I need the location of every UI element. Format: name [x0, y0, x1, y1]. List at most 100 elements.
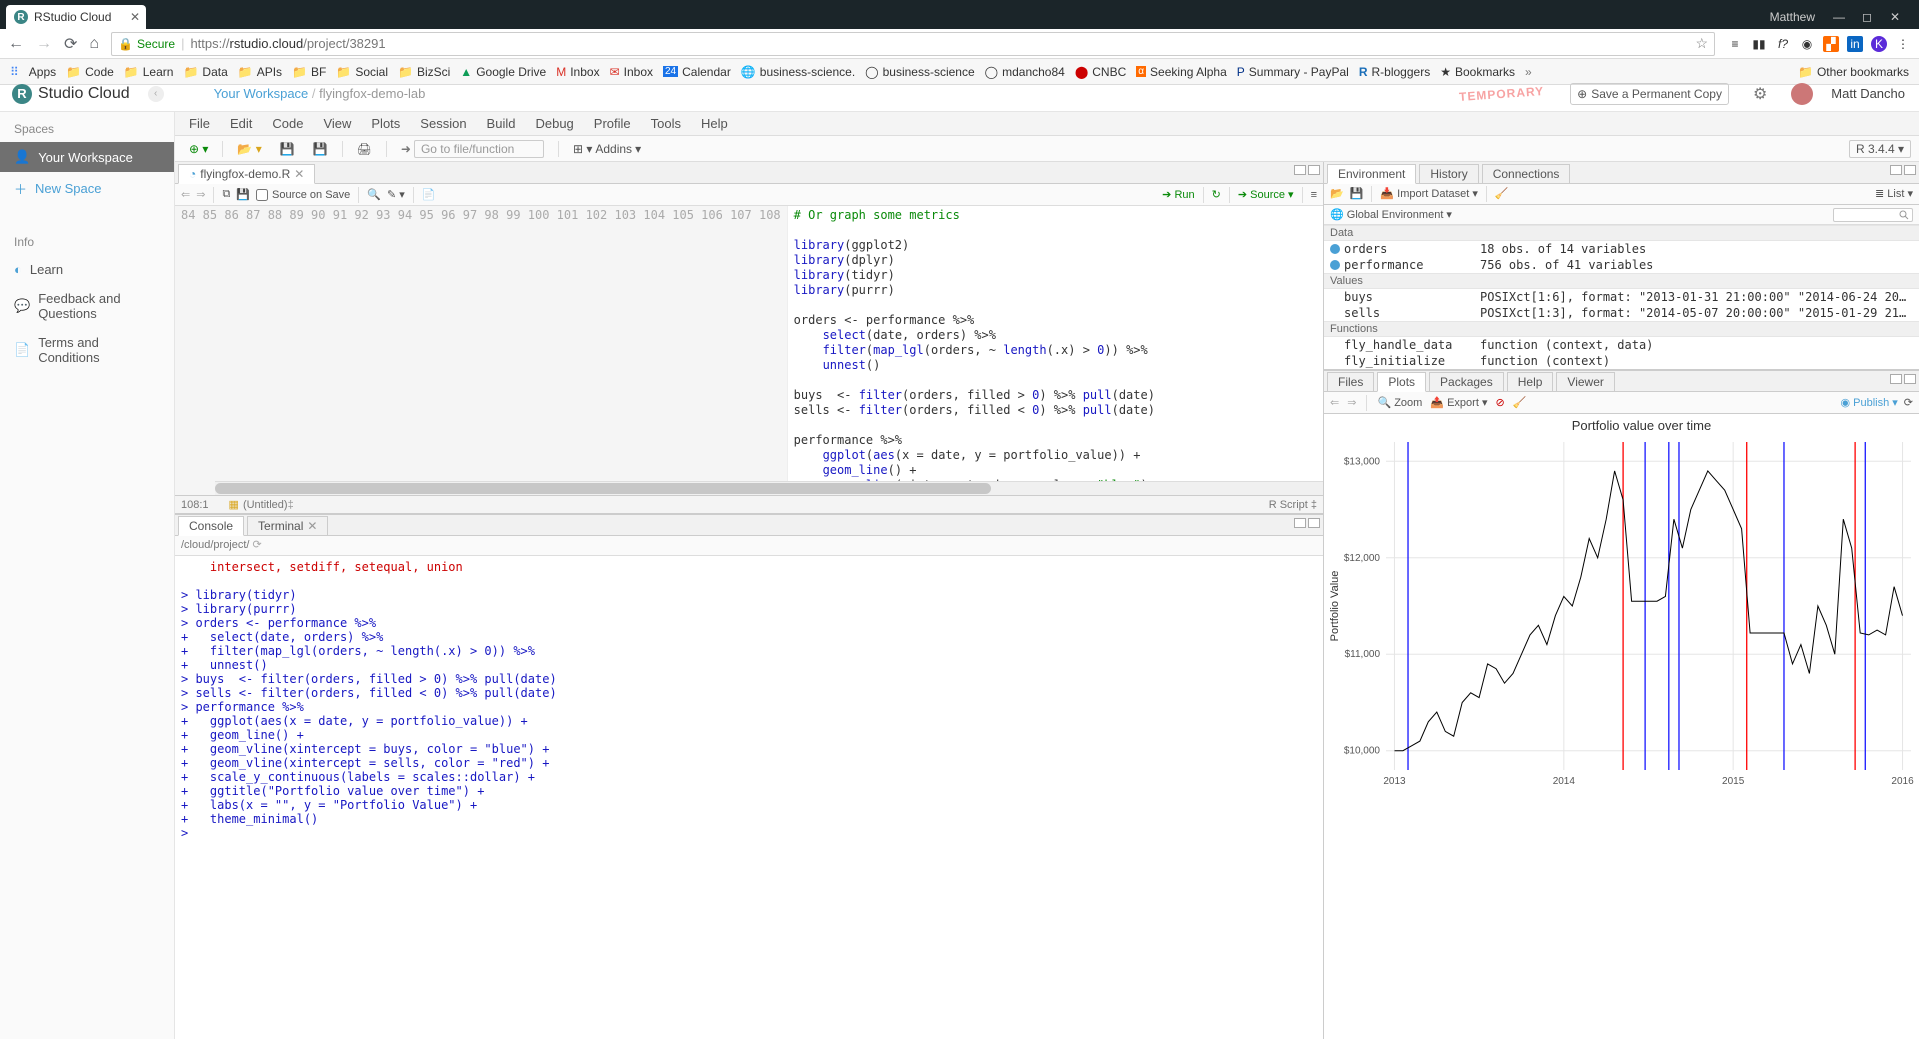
- bookmark-item[interactable]: 📁APIs: [238, 65, 282, 79]
- close-tab-icon[interactable]: ✕: [294, 167, 304, 181]
- goto-input[interactable]: ➜ Go to file/function: [395, 138, 550, 160]
- avatar[interactable]: [1791, 83, 1813, 105]
- broom-icon[interactable]: 🧹: [1495, 187, 1509, 200]
- close-window-icon[interactable]: ✕: [1881, 5, 1909, 29]
- close-icon[interactable]: ✕: [307, 519, 317, 533]
- env-row[interactable]: sellsPOSIXct[1:3], format: "2014-05-07 2…: [1324, 305, 1919, 321]
- sidebar-item-learn[interactable]: ◐Learn: [0, 255, 174, 284]
- tab-packages[interactable]: Packages: [1429, 372, 1504, 392]
- pane-window-controls[interactable]: [1890, 374, 1916, 384]
- save-all-icon[interactable]: 💾: [307, 140, 334, 158]
- maximize-icon[interactable]: ◻: [1853, 5, 1881, 29]
- r-version[interactable]: R 3.4.4 ▾: [1849, 140, 1911, 158]
- ext-icon[interactable]: f?: [1775, 36, 1791, 52]
- menu-tools[interactable]: Tools: [651, 116, 681, 131]
- tab-history[interactable]: History: [1419, 164, 1478, 184]
- import-button[interactable]: 📥 Import Dataset ▾: [1380, 187, 1477, 200]
- clear-plots-icon[interactable]: 🧹: [1513, 396, 1527, 409]
- bookmark-item[interactable]: 📁Learn: [124, 65, 174, 79]
- env-row[interactable]: fly_handle_datafunction (context, data): [1324, 337, 1919, 353]
- menu-debug[interactable]: Debug: [535, 116, 573, 131]
- bookmark-item[interactable]: 🌐business-science.: [741, 65, 855, 79]
- tab-terminal[interactable]: Terminal✕: [247, 516, 328, 536]
- publish-button[interactable]: ◉ Publish ▾: [1840, 396, 1897, 409]
- env-search[interactable]: [1833, 208, 1913, 222]
- reload-icon[interactable]: ⟳: [64, 34, 77, 54]
- wand-icon[interactable]: ✎ ▾: [387, 188, 405, 201]
- next-plot-icon[interactable]: ⇒: [1347, 396, 1356, 409]
- tab-files[interactable]: Files: [1327, 372, 1374, 392]
- bookmark-item[interactable]: 📁Code: [66, 65, 114, 79]
- open-icon[interactable]: 📂: [1330, 187, 1344, 200]
- tab-environment[interactable]: Environment: [1327, 164, 1416, 184]
- bookmark-item[interactable]: 📁Data: [183, 65, 227, 79]
- bookmark-item[interactable]: MInbox: [556, 65, 599, 79]
- env-scope[interactable]: 🌐 Global Environment ▾: [1330, 208, 1452, 221]
- refresh-icon[interactable]: ⟳: [1904, 396, 1913, 409]
- star-icon[interactable]: ☆: [1695, 35, 1708, 52]
- bookmark-item[interactable]: ★Bookmarks: [1440, 65, 1515, 79]
- addins-button[interactable]: ⊞ ▾ Addins ▾: [567, 140, 647, 158]
- home-icon[interactable]: ⌂: [89, 35, 99, 53]
- env-row[interactable]: buysPOSIXct[1:6], format: "2013-01-31 21…: [1324, 289, 1919, 305]
- bookmark-item[interactable]: 📁BizSci: [398, 65, 450, 79]
- ext-icon[interactable]: in: [1847, 36, 1863, 52]
- menu-file[interactable]: File: [189, 116, 210, 131]
- bookmark-item[interactable]: ◯mdancho84: [985, 65, 1065, 79]
- bookmark-item[interactable]: ◯business-science: [865, 65, 974, 79]
- crumb-workspace[interactable]: Your Workspace: [214, 86, 309, 101]
- new-file-icon[interactable]: ⊕ ▾: [183, 140, 214, 158]
- pane-window-controls[interactable]: [1294, 165, 1320, 175]
- sidebar-item-feedback[interactable]: 💬Feedback and Questions: [0, 284, 174, 328]
- editor-tab[interactable]: ◔ flyingfox-demo.R ✕: [178, 164, 315, 184]
- menu-edit[interactable]: Edit: [230, 116, 252, 131]
- open-icon[interactable]: 📂 ▾: [231, 140, 267, 158]
- ext-icon[interactable]: ≡: [1727, 36, 1743, 52]
- zoom-button[interactable]: 🔍 Zoom: [1377, 396, 1422, 409]
- other-bookmarks[interactable]: 📁Other bookmarks: [1798, 65, 1909, 79]
- menu-icon[interactable]: ⋮: [1895, 36, 1911, 52]
- console-output[interactable]: intersect, setdiff, setequal, union > li…: [175, 556, 1323, 1039]
- bookmark-item[interactable]: ▲Google Drive: [460, 65, 546, 79]
- save-icon[interactable]: 💾: [1350, 187, 1364, 200]
- bookmark-item[interactable]: ✉Inbox: [610, 65, 653, 79]
- find-icon[interactable]: 🔍: [367, 188, 381, 201]
- menu-session[interactable]: Session: [420, 116, 466, 131]
- export-button[interactable]: 📤 Export ▾: [1430, 396, 1487, 409]
- bookmark-item[interactable]: RR-bloggers: [1359, 65, 1430, 79]
- tab-plots[interactable]: Plots: [1377, 372, 1426, 392]
- menu-profile[interactable]: Profile: [594, 116, 631, 131]
- omnibox[interactable]: 🔒 Secure | https://rstudio.cloud/project…: [111, 32, 1715, 56]
- minimize-icon[interactable]: —: [1825, 5, 1853, 29]
- collapse-sidebar-icon[interactable]: ‹: [148, 86, 164, 102]
- report-icon[interactable]: 📄: [422, 188, 436, 201]
- fwd-icon[interactable]: ⇒: [196, 188, 205, 201]
- source-button[interactable]: ➔ Source ▾: [1238, 188, 1294, 201]
- h-scrollbar[interactable]: [215, 481, 1323, 495]
- gear-icon[interactable]: ⚙: [1753, 84, 1767, 104]
- ext-icon[interactable]: ▞: [1823, 36, 1839, 52]
- sidebar-item-workspace[interactable]: 👤Your Workspace: [0, 142, 174, 172]
- pane-window-controls[interactable]: [1294, 518, 1320, 528]
- code-editor[interactable]: 84 85 86 87 88 89 90 91 92 93 94 95 96 9…: [175, 206, 1323, 495]
- browser-tab[interactable]: R RStudio Cloud ✕: [6, 5, 146, 29]
- menu-code[interactable]: Code: [272, 116, 303, 131]
- tab-help[interactable]: Help: [1507, 372, 1554, 392]
- back-icon[interactable]: ←: [8, 35, 24, 53]
- run-button[interactable]: ➔ Run: [1162, 188, 1194, 201]
- apps-icon[interactable]: ⠿: [10, 65, 19, 79]
- bookmark-item[interactable]: 📁BF: [292, 65, 326, 79]
- env-row[interactable]: orders18 obs. of 14 variables: [1324, 241, 1919, 257]
- env-row[interactable]: performance756 obs. of 41 variables: [1324, 257, 1919, 273]
- delete-plot-icon[interactable]: ⊘: [1495, 396, 1504, 409]
- bookmark-item[interactable]: 📁Social: [336, 65, 388, 79]
- menu-view[interactable]: View: [323, 116, 351, 131]
- print-icon[interactable]: 🖨: [351, 140, 378, 158]
- pane-window-controls[interactable]: [1890, 165, 1916, 175]
- env-row[interactable]: fly_initializefunction (context): [1324, 353, 1919, 369]
- outline-icon[interactable]: ≡: [1311, 189, 1317, 201]
- save-icon[interactable]: 💾: [274, 140, 301, 158]
- tab-viewer[interactable]: Viewer: [1556, 372, 1614, 392]
- close-icon[interactable]: ✕: [130, 10, 140, 24]
- ext-icon[interactable]: K: [1871, 36, 1887, 52]
